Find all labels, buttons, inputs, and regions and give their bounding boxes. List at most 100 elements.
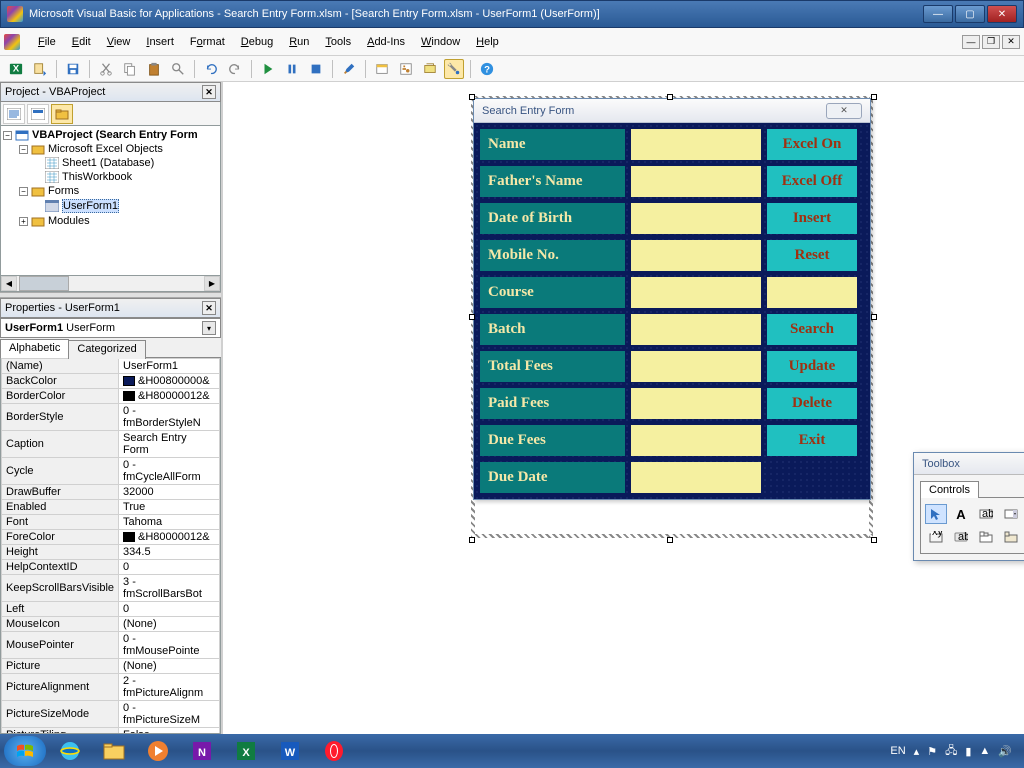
prop-value[interactable]: 0 - fmMousePointe xyxy=(119,632,220,659)
view-excel-icon[interactable]: X xyxy=(6,59,26,79)
form-button[interactable]: Update xyxy=(767,351,857,382)
prop-value[interactable]: &H80000012& xyxy=(119,389,220,404)
form-button[interactable]: Insert xyxy=(767,203,857,234)
prop-value[interactable]: 3 - fmScrollBarsBot xyxy=(119,575,220,602)
tool-textbox-icon[interactable]: ab xyxy=(975,504,997,524)
tool-multipage-icon[interactable] xyxy=(1000,527,1022,547)
form-textbox[interactable] xyxy=(631,240,761,271)
run-icon[interactable] xyxy=(258,59,278,79)
cut-icon[interactable] xyxy=(96,59,116,79)
object-browser-icon[interactable] xyxy=(420,59,440,79)
prop-value[interactable]: 0 - fmCycleAllForm xyxy=(119,458,220,485)
mdi-minimize-button[interactable]: — xyxy=(962,35,980,49)
paste-icon[interactable] xyxy=(144,59,164,79)
prop-key[interactable]: Font xyxy=(2,515,119,530)
tree-thisworkbook[interactable]: ThisWorkbook xyxy=(62,171,132,183)
prop-key[interactable]: BackColor xyxy=(2,374,119,389)
tool-tabstrip-icon[interactable] xyxy=(975,527,997,547)
form-textbox[interactable] xyxy=(631,129,761,160)
properties-grid[interactable]: (Name)UserForm1BackColor&H00800000&Borde… xyxy=(0,358,221,734)
toggle-folders-button[interactable] xyxy=(51,104,73,124)
prop-key[interactable]: Picture xyxy=(2,659,119,674)
tree-sheet1[interactable]: Sheet1 (Database) xyxy=(62,157,154,169)
userform-designer[interactable]: Search Entry Form ✕ NameExcel OnFather's… xyxy=(473,98,871,500)
prop-value[interactable]: &H00800000& xyxy=(119,374,220,389)
taskbar-wmp-icon[interactable] xyxy=(138,737,178,765)
form-textbox[interactable] xyxy=(631,166,761,197)
properties-object-selector[interactable]: UserForm1 UserForm ▾ xyxy=(0,318,221,338)
form-textbox[interactable] xyxy=(631,314,761,345)
menu-help[interactable]: Help xyxy=(468,34,507,50)
prop-key[interactable]: (Name) xyxy=(2,359,119,374)
form-textbox[interactable] xyxy=(631,351,761,382)
prop-key[interactable]: PictureAlignment xyxy=(2,674,119,701)
project-tree[interactable]: −VBAProject (Search Entry Form −Microsof… xyxy=(0,126,221,276)
prop-key[interactable]: BorderStyle xyxy=(2,404,119,431)
prop-key[interactable]: KeepScrollBarsVisible xyxy=(2,575,119,602)
form-textbox[interactable] xyxy=(631,277,761,308)
tray-chevron-up-icon[interactable]: ▴ xyxy=(914,745,920,758)
form-textbox[interactable] xyxy=(631,203,761,234)
form-textbox-search[interactable] xyxy=(767,277,857,308)
tool-select-objects-icon[interactable] xyxy=(925,504,947,524)
prop-value[interactable]: Tahoma xyxy=(119,515,220,530)
tray-flag-icon[interactable]: ⚑ xyxy=(927,745,937,758)
start-button[interactable] xyxy=(4,736,46,766)
taskbar-onenote-icon[interactable]: N xyxy=(182,737,222,765)
menu-file[interactable]: File xyxy=(30,34,64,50)
prop-key[interactable]: MousePointer xyxy=(2,632,119,659)
form-button[interactable]: Exit xyxy=(767,425,857,456)
save-icon[interactable] xyxy=(63,59,83,79)
prop-value[interactable]: &H80000012& xyxy=(119,530,220,545)
design-surface[interactable]: Search Entry Form ✕ NameExcel OnFather's… xyxy=(223,82,1024,734)
close-button[interactable]: ✕ xyxy=(987,5,1017,23)
mdi-close-button[interactable]: ✕ xyxy=(1002,35,1020,49)
prop-key[interactable]: Caption xyxy=(2,431,119,458)
form-button[interactable]: Reset xyxy=(767,240,857,271)
form-button[interactable]: Excel On xyxy=(767,129,857,160)
taskbar-explorer-icon[interactable] xyxy=(94,737,134,765)
project-explorer-icon[interactable] xyxy=(372,59,392,79)
prop-value[interactable]: Search Entry Form xyxy=(119,431,220,458)
form-button[interactable]: Delete xyxy=(767,388,857,419)
taskbar-word-icon[interactable]: W xyxy=(270,737,310,765)
insert-dropdown-icon[interactable] xyxy=(30,59,50,79)
properties-window-icon[interactable] xyxy=(396,59,416,79)
toolbox-window[interactable]: Toolbox ✕ Controls A ab xy ab xyxy=(913,452,1024,561)
design-mode-icon[interactable] xyxy=(339,59,359,79)
minimize-button[interactable]: — xyxy=(923,5,953,23)
view-code-button[interactable] xyxy=(3,104,25,124)
menu-insert[interactable]: Insert xyxy=(138,34,182,50)
prop-value[interactable]: UserForm1 xyxy=(119,359,220,374)
prop-key[interactable]: Enabled xyxy=(2,500,119,515)
menu-window[interactable]: Window xyxy=(413,34,468,50)
project-hscroll[interactable]: ◀▶ xyxy=(0,276,221,292)
tray-volume-icon[interactable]: 🔊 xyxy=(998,745,1012,758)
tray-wifi-icon[interactable]: ▲ xyxy=(979,745,990,757)
prop-value[interactable]: 32000 xyxy=(119,485,220,500)
prop-key[interactable]: HelpContextID xyxy=(2,560,119,575)
taskbar-opera-icon[interactable] xyxy=(314,737,354,765)
prop-value[interactable]: 2 - fmPictureAlignm xyxy=(119,674,220,701)
userform-close-button[interactable]: ✕ xyxy=(826,103,862,119)
menu-view[interactable]: View xyxy=(99,34,139,50)
menu-addins[interactable]: Add-Ins xyxy=(359,34,413,50)
prop-key[interactable]: Cycle xyxy=(2,458,119,485)
prop-key[interactable]: DrawBuffer xyxy=(2,485,119,500)
language-indicator[interactable]: EN xyxy=(890,745,905,757)
toolbox-tab-controls[interactable]: Controls xyxy=(920,481,979,498)
tree-modules[interactable]: Modules xyxy=(48,215,90,227)
copy-icon[interactable] xyxy=(120,59,140,79)
prop-value[interactable]: 0 xyxy=(119,602,220,617)
prop-value[interactable]: True xyxy=(119,500,220,515)
prop-value[interactable]: 334.5 xyxy=(119,545,220,560)
menu-tools[interactable]: Tools xyxy=(317,34,359,50)
menu-format[interactable]: Format xyxy=(182,34,233,50)
tool-combobox-icon[interactable] xyxy=(1000,504,1022,524)
form-button[interactable]: Search xyxy=(767,314,857,345)
prop-key[interactable]: Height xyxy=(2,545,119,560)
tab-alphabetic[interactable]: Alphabetic xyxy=(0,339,69,358)
prop-value[interactable]: 0 xyxy=(119,560,220,575)
tree-userform1[interactable]: UserForm1 xyxy=(62,199,119,213)
maximize-button[interactable]: ▢ xyxy=(955,5,985,23)
